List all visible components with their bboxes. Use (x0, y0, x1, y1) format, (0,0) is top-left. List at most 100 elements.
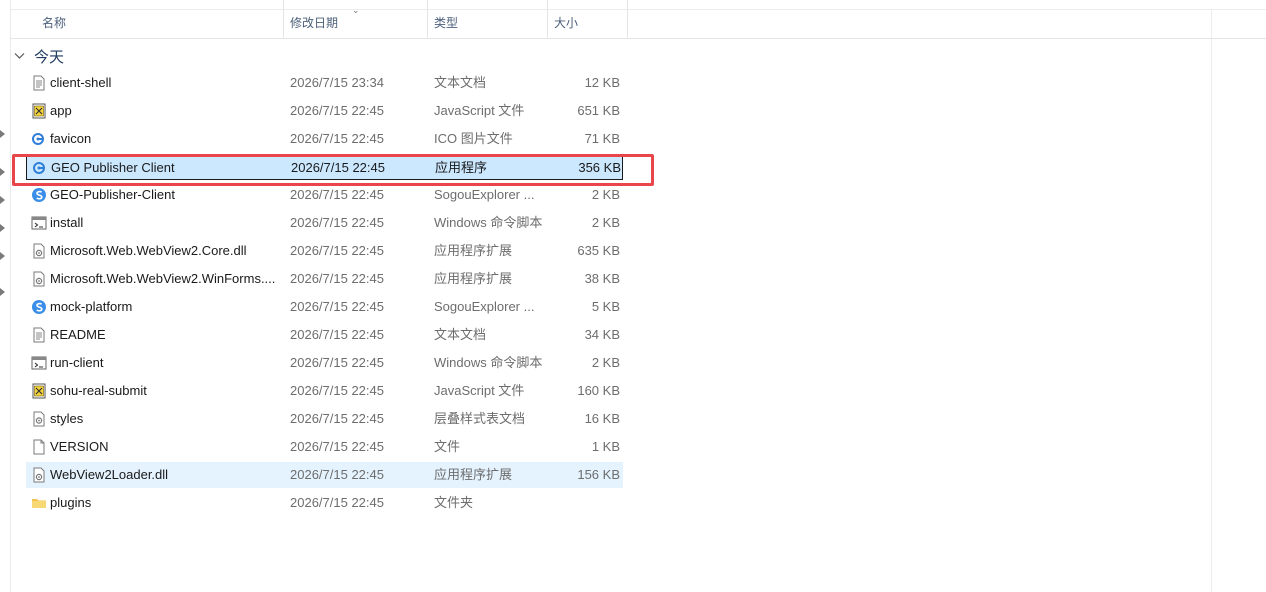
file-type: 层叠样式表文档 (434, 411, 526, 426)
file-name: install (50, 215, 84, 230)
folder-icon (31, 495, 47, 511)
file-date: 2026/7/15 22:45 (290, 131, 384, 146)
column-header-bar (10, 0, 1266, 39)
file-row[interactable]: Microsoft.Web.WebView2.Core.dll 2026/7/15… (26, 238, 623, 264)
file-name: README (50, 327, 106, 342)
annotation-highlight-box (12, 154, 654, 186)
file-type: 文件夹 (434, 495, 474, 510)
file-type: 文本文档 (434, 75, 487, 90)
column-separator[interactable] (627, 0, 628, 38)
file-date: 2026/7/15 22:45 (290, 495, 384, 510)
file-type: Windows 命令脚本 (434, 215, 543, 230)
file-date: 2026/7/15 22:45 (290, 327, 384, 342)
file-type: ICO 图片文件 (434, 131, 513, 146)
file-name: VERSION (50, 439, 109, 454)
file-size: 34 KB (584, 327, 620, 342)
sogou-explorer-icon (31, 299, 47, 315)
nav-expand-arrow-icon[interactable] (0, 288, 5, 296)
file-size: 38 KB (584, 271, 620, 286)
sogou-explorer-icon (31, 187, 47, 203)
file-row[interactable]: README 2026/7/15 22:45 文本文档 34 KB (26, 322, 623, 348)
file-date: 2026/7/15 23:34 (290, 75, 384, 90)
nav-expand-arrow-icon[interactable] (0, 224, 5, 232)
file-row[interactable]: install 2026/7/15 22:45 Windows 命令脚本 2 KB (26, 210, 623, 236)
dll-file-icon (31, 271, 47, 287)
group-label: 今天 (34, 48, 65, 66)
file-size: 5 KB (591, 299, 620, 314)
nav-expand-arrow-icon[interactable] (0, 252, 5, 260)
file-row[interactable]: VERSION 2026/7/15 22:45 文件 1 KB (26, 434, 623, 460)
group-header-today[interactable]: 今天 (14, 44, 64, 68)
file-row[interactable]: run-client 2026/7/15 22:45 Windows 命令脚本 2 K… (26, 350, 623, 376)
file-size: 71 KB (584, 131, 620, 146)
file-size (546, 490, 620, 516)
file-row[interactable]: app 2026/7/15 22:45 JavaScript 文件 651 KB (26, 98, 623, 124)
file-type: 文本文档 (434, 327, 487, 342)
file-name: sohu-real-submit (50, 383, 147, 398)
file-row[interactable]: sohu-real-submit 2026/7/15 22:45 JavaScrip… (26, 378, 623, 404)
file-name: mock-platform (50, 299, 133, 314)
file-row[interactable]: Microsoft.Web.WebView2.WinForms.... 2026/… (26, 266, 623, 292)
file-name: app (50, 103, 72, 118)
file-type: SogouExplorer ... (434, 299, 535, 314)
navigation-pane-edge (0, 0, 11, 592)
cmd-script-icon (31, 215, 47, 231)
file-date: 2026/7/15 22:45 (290, 355, 384, 370)
file-date: 2026/7/15 22:45 (290, 439, 384, 454)
file-name: plugins (50, 495, 92, 510)
file-date: 2026/7/15 22:45 (290, 411, 384, 426)
file-size: 635 KB (577, 243, 620, 258)
cmd-script-icon (31, 355, 47, 371)
nav-expand-arrow-icon[interactable] (0, 168, 5, 176)
column-header-size[interactable]: 大小 (554, 0, 578, 38)
file-name: WebView2Loader.dll (50, 467, 169, 482)
nav-expand-arrow-icon[interactable] (0, 130, 5, 138)
file-type: Windows 命令脚本 (434, 355, 543, 370)
file-date: 2026/7/15 22:45 (290, 215, 384, 230)
file-size: 12 KB (584, 75, 620, 90)
file-row[interactable]: styles 2026/7/15 22:45 层叠样式表文档 16 KB (26, 406, 623, 432)
file-row[interactable]: plugins 2026/7/15 22:45 文件夹 (26, 490, 623, 516)
file-name: Microsoft.Web.WebView2.WinForms.... (50, 271, 276, 286)
column-header-date[interactable]: 修改日期 (290, 0, 338, 38)
file-name: favicon (50, 131, 92, 146)
dll-file-icon (31, 467, 47, 483)
column-separator[interactable] (283, 0, 284, 38)
sort-caret-icon: ⌄ (352, 5, 360, 15)
column-separator[interactable] (547, 0, 548, 38)
file-name: client-shell (50, 75, 112, 90)
file-size: 651 KB (577, 103, 620, 118)
file-name: styles (50, 411, 84, 426)
nav-expand-arrow-icon[interactable] (0, 196, 5, 204)
file-row[interactable]: WebView2Loader.dll 2026/7/15 22:45 应用程序扩展 1… (26, 462, 623, 488)
css-file-icon (31, 411, 47, 427)
file-type: JavaScript 文件 (434, 383, 525, 398)
file-date: 2026/7/15 22:45 (290, 271, 384, 286)
column-header-type[interactable]: 类型 (434, 0, 458, 38)
file-type: JavaScript 文件 (434, 103, 525, 118)
file-date: 2026/7/15 22:45 (290, 243, 384, 258)
file-size: 16 KB (584, 411, 620, 426)
chevron-down-icon[interactable] (14, 51, 28, 63)
file-type: 应用程序扩展 (434, 467, 513, 482)
file-date: 2026/7/15 22:45 (290, 299, 384, 314)
javascript-file-icon (31, 383, 47, 399)
file-type: 应用程序扩展 (434, 243, 513, 258)
file-name: Microsoft.Web.WebView2.Core.dll (50, 243, 247, 258)
javascript-file-icon (31, 103, 47, 119)
file-date: 2026/7/15 22:45 (290, 103, 384, 118)
column-separator[interactable] (427, 0, 428, 38)
file-size: 1 KB (591, 439, 620, 454)
scroll-area-edge (1211, 10, 1212, 592)
file-name: run-client (50, 355, 104, 370)
ico-file-icon (31, 131, 47, 147)
text-file-icon (31, 327, 47, 343)
file-date: 2026/7/15 22:45 (290, 467, 384, 482)
file-size: 2 KB (591, 215, 620, 230)
file-row[interactable]: favicon 2026/7/15 22:45 ICO 图片文件 71 KB (26, 126, 623, 152)
file-row[interactable]: client-shell 2026/7/15 23:34 文本文档 12 KB (26, 70, 623, 96)
file-date: 2026/7/15 22:45 (290, 383, 384, 398)
file-size: 156 KB (577, 467, 620, 482)
column-header-name[interactable]: 名称 (42, 0, 66, 38)
file-row[interactable]: mock-platform 2026/7/15 22:45 SogouExplore… (26, 294, 623, 320)
